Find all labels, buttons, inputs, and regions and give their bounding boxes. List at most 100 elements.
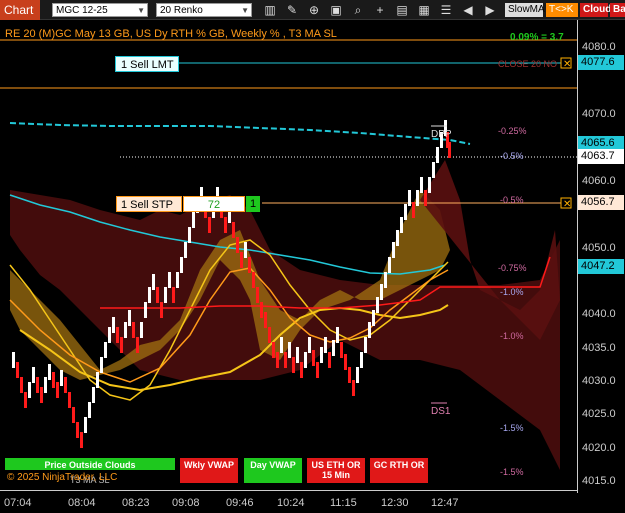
pct-label: -0.75% [498,263,527,273]
renko-brick [424,190,427,206]
renko-brick [252,272,255,288]
chart-toolbar: Chart MGC 12-25 ▼ 20 Renko ▼ ▥ ✎ ⊕ ▣ ⌕ +… [0,0,625,20]
renko-brick [224,217,227,233]
renko-brick [120,337,123,353]
time-tick: 09:46 [226,497,254,509]
calculator-icon[interactable]: ▦ [416,2,432,18]
pct-label: -0.5% [500,151,524,161]
day-vwap-indicator[interactable]: Day VWAP [244,458,302,483]
renko-brick [260,302,263,318]
renko-brick [432,162,435,178]
gc-rth-or-indicator[interactable]: GC RTH OR [370,458,428,483]
renko-brick [332,340,335,356]
tk-button[interactable]: T<>K [546,3,578,17]
renko-brick [28,382,31,398]
renko-brick [268,327,271,343]
renko-brick [292,357,295,373]
sidebar-icon[interactable]: ▤ [394,2,410,18]
renko-brick [416,190,419,206]
renko-brick [76,422,79,438]
renko-brick [356,367,359,383]
time-axis[interactable]: 07:04 08:04 08:23 09:08 09:46 10:24 11:1… [0,490,577,513]
price-tick: 4035.0 [582,342,616,354]
renko-brick [72,407,75,423]
window-title: Chart [0,0,40,20]
renko-brick [352,380,355,396]
crosshair-icon[interactable]: ⊕ [306,2,322,18]
price-tick: 4060.0 [582,175,616,187]
renko-brick [208,217,211,233]
renko-brick [316,362,319,378]
renko-brick [380,284,383,300]
time-tick: 12:30 [381,497,409,509]
renko-brick [324,337,327,353]
renko-brick [400,217,403,233]
renko-brick [344,354,347,370]
sell-stp-price-tag: 4056.7 [578,195,624,210]
renko-brick [24,392,27,408]
scroll-left-icon[interactable]: ◀ [460,2,476,18]
renko-brick [436,147,439,163]
renko-brick [340,342,343,358]
bar-chart-icon[interactable]: ▥ [262,2,278,18]
ma-price-tag: 4047.2 [578,259,624,274]
renko-brick [320,347,323,363]
renko-brick [288,342,291,358]
close-label: CLOSE 20 NO [498,59,557,69]
renko-brick [280,337,283,353]
renko-brick [68,392,71,408]
renko-brick [152,274,155,290]
instrument-selector[interactable]: MGC 12-25 ▼ [52,3,148,17]
renko-brick [448,142,451,158]
renko-brick [16,362,19,378]
renko-brick [136,337,139,353]
renko-brick [248,257,251,273]
renko-brick [140,322,143,338]
sell-lmt-order[interactable]: 1 Sell LMT [115,56,179,72]
add-icon[interactable]: + [372,2,388,18]
renko-brick [20,377,23,393]
time-tick: 12:47 [431,497,459,509]
renko-brick [388,257,391,273]
zoom-icon[interactable]: ⌕ [350,2,366,18]
renko-brick [232,222,235,238]
pct-label: -0.25% [498,126,527,136]
price-outside-clouds-indicator[interactable]: Price Outside Clouds [5,458,175,470]
renko-brick [192,212,195,228]
time-tick: 08:04 [68,497,96,509]
price-tick: 4070.0 [582,108,616,120]
close-x-icon: ✕ [563,59,571,70]
wkly-vwap-indicator[interactable]: Wkly VWAP [180,458,238,483]
layers-icon[interactable]: ☰ [438,2,454,18]
dpp-label: DPP [431,129,452,140]
renko-brick [172,287,175,303]
price-tick: 4030.0 [582,375,616,387]
renko-brick [272,342,275,358]
cloud-button[interactable]: Cloud [580,3,611,17]
renko-brick [32,367,35,383]
renko-brick [420,177,423,193]
renko-brick [108,327,111,343]
us-eth-or-indicator[interactable]: US ETH OR 15 Min [307,458,365,483]
bar-button[interactable]: Bar [610,3,625,17]
sell-stp-qty[interactable]: 1 [246,196,260,212]
renko-brick [428,177,431,193]
pencil-icon[interactable]: ✎ [284,2,300,18]
strategy-button[interactable]: SlowMA [505,3,545,17]
bar-type-selector[interactable]: 20 Renko ▼ [156,3,252,17]
renko-brick [92,387,95,403]
price-axis[interactable]: 4080.0 4070.0 4060.0 4050.0 4040.0 4035.… [577,20,625,493]
last-price-tag: 4063.7 [578,149,624,164]
price-chart[interactable]: -0.25% -0.5% -0.5% -0.75% -1.0% -1.0% -1… [0,20,577,490]
renko-brick [116,327,119,343]
lock-icon[interactable]: ▣ [328,2,344,18]
price-tick: 4015.0 [582,475,616,487]
sell-stp-ticks[interactable]: 72 [183,196,245,212]
renko-brick [148,287,151,303]
renko-brick [132,322,135,338]
sell-stp-order[interactable]: 1 Sell STP [116,196,182,212]
renko-brick [60,370,63,386]
renko-brick [144,302,147,318]
renko-brick [188,227,191,243]
scroll-right-icon[interactable]: ▶ [482,2,498,18]
